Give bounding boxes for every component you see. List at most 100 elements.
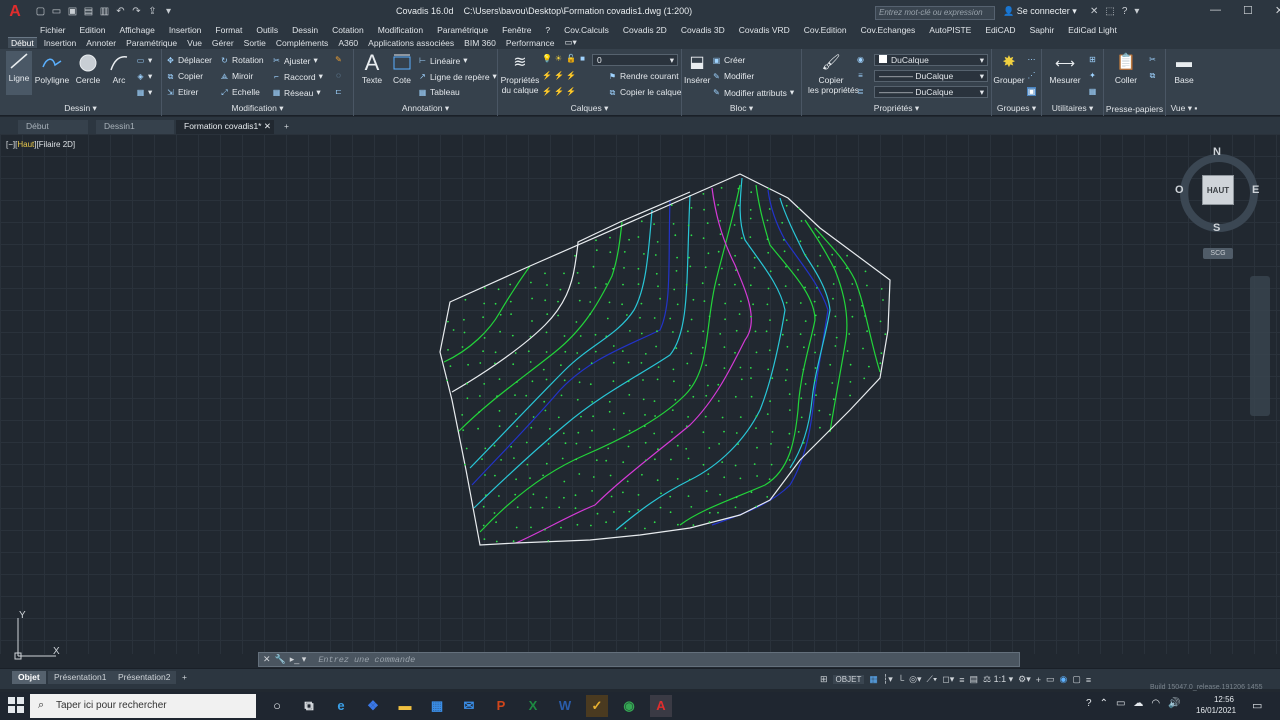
panel-title-bloc[interactable]: Bloc ▾: [682, 103, 801, 114]
menu-item[interactable]: Cov.Calculs: [564, 25, 609, 35]
panel-title-utilitaires[interactable]: Utilitaires ▾: [1042, 103, 1103, 114]
inserer-button[interactable]: ⬓ Insérer: [684, 53, 710, 85]
layer-tool-icons-row2[interactable]: ⚡ ⚡ ⚡: [542, 71, 576, 80]
miroir-button[interactable]: ⟁ Miroir: [220, 71, 253, 81]
clock[interactable]: 12:56 16/01/2021: [1196, 694, 1236, 716]
coller-button[interactable]: 📋 Coller: [1112, 53, 1140, 85]
ribbon-tab-debut[interactable]: Début: [8, 37, 37, 48]
calculator-icon[interactable]: ▦: [1088, 87, 1097, 96]
doc-tab-dessin1[interactable]: Dessin1: [96, 120, 174, 134]
save-as-icon[interactable]: ▤: [82, 5, 95, 18]
menu-item[interactable]: Paramétrique: [437, 25, 488, 35]
inner-boundary[interactable]: [451, 191, 691, 393]
layer-state-icons[interactable]: 💡 ☀ 🔓 ■: [542, 54, 587, 63]
transparency-icon[interactable]: ▤: [970, 674, 979, 685]
ribbon-tab[interactable]: Gérer: [209, 38, 237, 48]
viewcube-west[interactable]: O: [1175, 184, 1184, 196]
command-input[interactable]: Entrez une commande: [310, 655, 415, 665]
grid-icon[interactable]: ▦: [869, 674, 878, 685]
menu-item[interactable]: EdiCAD: [985, 25, 1015, 35]
chrome-icon[interactable]: ◉: [618, 695, 640, 717]
contour-line[interactable]: [443, 265, 531, 363]
panel-title-annotation[interactable]: Annotation ▾: [354, 103, 497, 114]
cote-button[interactable]: Cote: [390, 53, 414, 85]
maximize-button[interactable]: ☐: [1243, 4, 1253, 17]
menu-item[interactable]: ?: [545, 25, 550, 35]
isodraft-icon[interactable]: ⟋▾: [927, 674, 938, 685]
settings-icon[interactable]: ⚙▾: [1018, 674, 1031, 685]
viewcube-north[interactable]: N: [1213, 146, 1221, 158]
copy-clip-icon[interactable]: ⧉: [1148, 71, 1157, 80]
signin-button[interactable]: 👤 Se connecter ▾: [1003, 6, 1077, 17]
ortho-icon[interactable]: └: [898, 675, 904, 685]
panel-title-calques[interactable]: Calques ▾: [498, 103, 681, 114]
ribbon-options-icon[interactable]: ▭▾: [562, 37, 580, 48]
group-edit-icon[interactable]: ⋰: [1027, 71, 1036, 80]
notification-icon[interactable]: ▭: [1252, 699, 1262, 712]
copier-button[interactable]: ⧉ Copier: [166, 71, 203, 81]
util-icon-1[interactable]: ⊞: [1088, 55, 1097, 64]
ligne-repere-button[interactable]: ↗ Ligne de repère ▾: [418, 71, 497, 82]
layout-tab-presentation1[interactable]: Présentation1: [48, 671, 113, 684]
osnap-icon[interactable]: ◻▾: [942, 674, 954, 685]
copier-calque-button[interactable]: ⧉ Copier le calque: [608, 87, 682, 97]
contour-line[interactable]: [615, 177, 786, 531]
a360-icon[interactable]: ⬚: [1105, 6, 1114, 17]
add-layout-button[interactable]: +: [176, 671, 193, 684]
ribbon-tab[interactable]: Performance: [503, 38, 558, 48]
rectangle-icon[interactable]: ▭ ▾: [136, 55, 153, 66]
base-button[interactable]: ▬ Base: [1170, 53, 1198, 85]
ribbon-tab[interactable]: Insertion: [41, 38, 80, 48]
print-icon[interactable]: ▥: [98, 5, 111, 18]
wrench-icon[interactable]: 🔧: [275, 654, 286, 665]
ligne-button[interactable]: Ligne: [6, 51, 32, 95]
doc-tab-formation[interactable]: Formation covadis1* ✕: [176, 120, 274, 134]
creer-button[interactable]: ▣ Créer: [712, 55, 746, 65]
mesurer-button[interactable]: ⟷ Mesurer: [1048, 53, 1082, 85]
isolate-icon[interactable]: ◉: [1060, 674, 1068, 685]
undo-icon[interactable]: ↶: [114, 5, 127, 18]
menu-item[interactable]: Saphir: [1030, 25, 1055, 35]
modifier-attributs-button[interactable]: ✎ Modifier attributs ▾: [712, 87, 794, 98]
ungroup-icon[interactable]: ⋯: [1027, 55, 1036, 64]
task-view-icon[interactable]: ⧉: [298, 695, 320, 717]
offset-icon[interactable]: ⊏: [334, 87, 343, 96]
excel-icon[interactable]: X: [522, 695, 544, 717]
group-select-icon[interactable]: ▣: [1027, 87, 1036, 96]
powerpoint-icon[interactable]: P: [490, 695, 512, 717]
hardware-accel-icon[interactable]: ▭: [1046, 674, 1055, 685]
contour-line[interactable]: [471, 199, 671, 486]
viewcube-face[interactable]: HAUT: [1202, 175, 1234, 205]
wifi-icon[interactable]: ◠: [1151, 698, 1160, 709]
reseau-button[interactable]: ▦ Réseau ▾: [272, 87, 321, 98]
topographic-drawing[interactable]: [0, 134, 1280, 654]
menu-item[interactable]: Dessin: [292, 25, 318, 35]
parcel-boundary[interactable]: [439, 173, 891, 546]
dropbox-icon[interactable]: ❖: [362, 695, 384, 717]
grouper-button[interactable]: ✸ Grouper: [993, 53, 1025, 85]
snap-icon[interactable]: ┆▾: [883, 674, 893, 685]
raccord-button[interactable]: ⌐ Raccord ▾: [272, 71, 323, 82]
copier-proprietes-button[interactable]: 🖌 Copier les propriétés: [808, 53, 859, 95]
color-dropdown[interactable]: DuCalque ▾: [874, 54, 988, 66]
rotation-button[interactable]: ↻ Rotation: [220, 55, 264, 65]
ribbon-tab[interactable]: Applications associées: [365, 38, 457, 48]
contour-line[interactable]: [469, 209, 653, 469]
panel-title-dessin[interactable]: Dessin ▾: [0, 103, 161, 114]
ribbon-tab[interactable]: Vue: [184, 38, 205, 48]
word-icon[interactable]: W: [554, 695, 576, 717]
doc-tab-debut[interactable]: Début: [18, 120, 88, 134]
viewcube-east[interactable]: E: [1252, 184, 1259, 196]
menu-item[interactable]: Covadis 3D: [681, 25, 725, 35]
help-dropdown-icon[interactable]: ▾: [1134, 6, 1139, 17]
layer-dropdown[interactable]: 0 ▾: [592, 54, 678, 66]
ribbon-tab[interactable]: Annoter: [83, 38, 119, 48]
redo-icon[interactable]: ↷: [130, 5, 143, 18]
menu-item[interactable]: Format: [215, 25, 242, 35]
search-input[interactable]: Entrez mot-clé ou expression: [875, 6, 995, 20]
panel-title-presse-papiers[interactable]: Presse-papiers: [1104, 104, 1165, 114]
proprietes-calque-button[interactable]: ≋ Propriétés du calque: [500, 53, 540, 95]
volume-icon[interactable]: 🔊: [1168, 698, 1180, 709]
save-icon[interactable]: ▣: [66, 5, 79, 18]
ribbon-tab[interactable]: A360: [335, 38, 361, 48]
